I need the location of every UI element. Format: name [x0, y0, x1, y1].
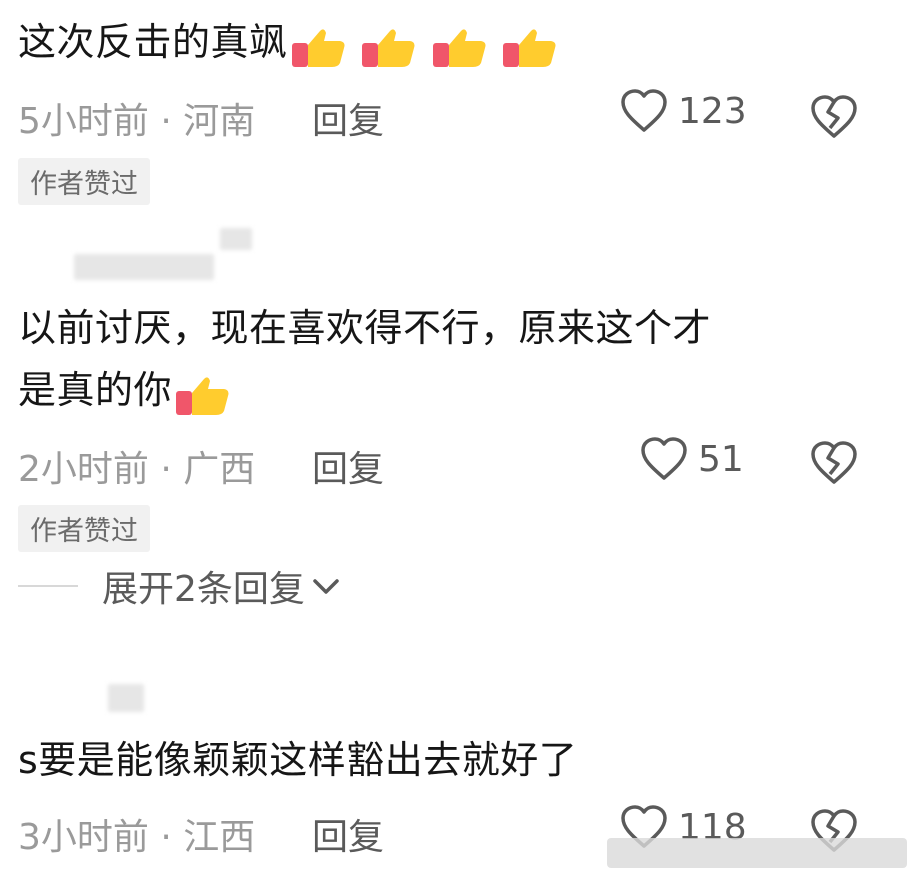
comment-text-line: 以前讨厌，现在喜欢得不行，原来这个才: [18, 306, 712, 350]
comment-text: s要是能像颖颖这样豁出去就好了: [18, 728, 577, 792]
blurred-username: [74, 254, 214, 280]
timestamp: 3小时前: [18, 817, 149, 858]
like-count: 123: [678, 90, 747, 132]
comment-text: 是真的你: [18, 358, 232, 425]
comment-text: 这次反击的真飒: [18, 10, 559, 77]
thumbs-up-icon: [291, 29, 345, 67]
expand-replies-button[interactable]: 展开2条回复: [18, 560, 341, 612]
like-button[interactable]: 51: [640, 436, 744, 482]
timestamp: 2小时前: [18, 449, 149, 490]
location: 江西: [183, 817, 256, 858]
separator: ·: [160, 449, 172, 490]
thumbs-up-emoji-group: [290, 13, 560, 77]
thumbs-up-icon: [503, 29, 556, 67]
heart-icon: [641, 437, 687, 480]
blurred-watermark: [607, 838, 907, 868]
thumbs-up-icon: [432, 29, 486, 67]
timestamp: 5小时前: [18, 101, 149, 142]
heart-icon: [621, 89, 667, 132]
comment-text-line: 是真的你: [18, 368, 173, 412]
location: 广西: [183, 449, 256, 490]
broken-heart-icon[interactable]: [808, 92, 860, 140]
reply-button[interactable]: 回复: [312, 808, 384, 860]
broken-heart-icon[interactable]: [808, 438, 860, 486]
thumbs-up-emoji-group: [174, 361, 232, 425]
comment-text-content: s要是能像颖颖这样豁出去就好了: [18, 738, 578, 782]
author-liked-badge: 作者赞过: [18, 158, 150, 205]
blurred-username: [220, 228, 252, 250]
comment-meta: 2小时前 · 广西: [18, 440, 255, 492]
comment-text-content: 这次反击的真飒: [18, 20, 288, 64]
divider: [18, 585, 78, 587]
thumbs-up-icon: [176, 377, 229, 415]
reply-button[interactable]: 回复: [312, 440, 384, 492]
like-button[interactable]: 123: [620, 88, 747, 134]
like-count: 51: [698, 438, 744, 480]
chevron-down-icon: [313, 579, 339, 594]
expand-replies-label: 展开2条回复: [102, 569, 305, 610]
reply-button[interactable]: 回复: [312, 92, 384, 144]
comment-meta: 3小时前 · 江西: [18, 808, 255, 860]
separator: ·: [160, 101, 172, 142]
comment-meta: 5小时前 · 河南: [18, 92, 255, 144]
blurred-username: [108, 684, 144, 712]
location: 河南: [183, 101, 256, 142]
author-liked-badge: 作者赞过: [18, 505, 150, 552]
comment-text: 以前讨厌，现在喜欢得不行，原来这个才: [18, 296, 711, 360]
thumbs-up-icon: [362, 29, 415, 67]
separator: ·: [160, 817, 172, 858]
